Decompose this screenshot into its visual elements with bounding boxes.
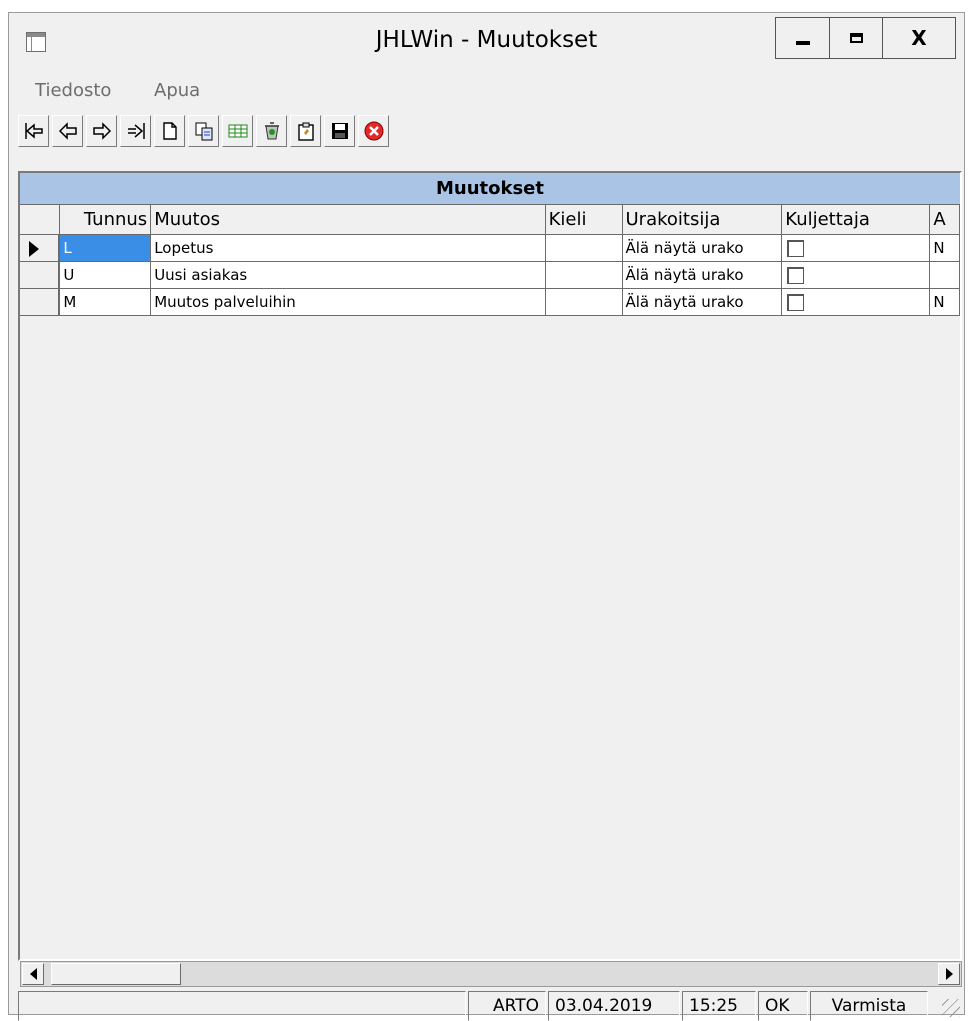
column-header-tunnus[interactable]: Tunnus — [59, 205, 152, 235]
cell-kuljettaja — [781, 234, 931, 262]
row-selector[interactable] — [20, 288, 61, 316]
floppy-disk-icon — [331, 123, 348, 139]
column-header-a[interactable]: A — [929, 205, 960, 235]
minimize-icon — [795, 41, 810, 45]
left-arrow-icon — [58, 122, 77, 140]
column-header-urakoitsija[interactable]: Urakoitsija — [622, 205, 783, 235]
cell-urakoitsija[interactable]: Älä näytä urako — [622, 288, 783, 316]
cell-muutos[interactable]: Uusi asiakas — [150, 261, 546, 289]
red-cancel-icon — [364, 121, 383, 141]
new-document-icon — [162, 122, 177, 140]
kuljettaja-checkbox[interactable] — [787, 294, 805, 311]
next-record-button[interactable] — [86, 115, 117, 147]
maximize-icon — [849, 33, 863, 43]
copy-icon — [195, 122, 212, 141]
menu-bar: Tiedosto Apua — [9, 75, 964, 107]
scroll-left-button[interactable] — [22, 963, 44, 985]
new-record-button[interactable] — [154, 115, 185, 147]
scroll-left-icon — [29, 968, 37, 980]
previous-record-button[interactable] — [52, 115, 83, 147]
cell-a[interactable]: N — [929, 234, 960, 262]
grid-caption: Muutokset — [20, 173, 960, 205]
app-window: JHLWin - Muutokset X Tiedosto Apua Muuto… — [8, 12, 965, 1021]
cell-urakoitsija[interactable]: Älä näytä urako — [622, 234, 783, 262]
cell-tunnus[interactable]: M — [59, 288, 152, 316]
row-selector[interactable] — [20, 234, 61, 262]
minimize-button[interactable] — [776, 18, 829, 58]
horizontal-scrollbar[interactable] — [20, 961, 962, 987]
right-arrow-icon — [92, 122, 111, 140]
column-header-kuljettaja[interactable]: Kuljettaja — [781, 205, 931, 235]
cell-kuljettaja — [781, 288, 931, 316]
first-record-button[interactable] — [18, 115, 49, 147]
cell-kuljettaja — [781, 261, 931, 289]
menu-tiedosto[interactable]: Tiedosto — [35, 80, 111, 101]
current-row-pointer-icon — [29, 240, 39, 257]
cell-muutos[interactable]: Muutos palveluihin — [150, 288, 546, 316]
cell-kieli[interactable] — [545, 234, 623, 262]
last-record-button[interactable] — [120, 115, 151, 147]
first-record-icon — [24, 123, 43, 139]
cell-kieli[interactable] — [545, 288, 623, 316]
column-header-muutos[interactable]: Muutos — [150, 205, 546, 235]
clipboard-icon — [297, 122, 314, 141]
scroll-right-icon — [945, 968, 953, 980]
cell-kieli[interactable] — [545, 261, 623, 289]
menu-apua[interactable]: Apua — [154, 80, 200, 101]
kuljettaja-checkbox[interactable] — [787, 240, 805, 257]
last-record-icon — [127, 123, 145, 139]
maximize-button[interactable] — [829, 18, 882, 58]
cell-tunnus[interactable]: L — [59, 234, 152, 262]
changes-table: Tunnus Muutos Kieli Urakoitsija Kuljetta… — [20, 205, 960, 316]
table-view-button[interactable] — [222, 115, 253, 147]
window-controls: X — [775, 17, 956, 59]
record-toolbar — [18, 115, 389, 151]
kuljettaja-checkbox[interactable] — [787, 267, 805, 284]
cell-a[interactable]: N — [929, 288, 960, 316]
table-row[interactable]: L Lopetus Älä näytä urako N — [20, 234, 960, 262]
cell-tunnus[interactable]: U — [59, 261, 152, 289]
cell-urakoitsija[interactable]: Älä näytä urako — [622, 261, 783, 289]
changes-grid: Muutokset Tunnus Muutos Kieli Urakoitsij… — [18, 171, 962, 961]
table-row[interactable]: M Muutos palveluihin Älä näytä urako N — [20, 288, 960, 316]
resize-grip-icon[interactable] — [942, 999, 960, 1017]
title-bar[interactable]: JHLWin - Muutokset X — [9, 13, 964, 71]
scroll-right-button[interactable] — [938, 963, 960, 985]
row-indicator-header — [20, 205, 60, 235]
delete-record-button[interactable] — [256, 115, 287, 147]
table-row[interactable]: U Uusi asiakas Älä näytä urako — [20, 261, 960, 289]
edit-record-button[interactable] — [290, 115, 321, 147]
cell-a[interactable] — [929, 261, 960, 289]
column-header-kieli[interactable]: Kieli — [545, 205, 623, 235]
copy-record-button[interactable] — [188, 115, 219, 147]
scrollbar-thumb[interactable] — [51, 963, 181, 985]
row-selector[interactable] — [20, 261, 61, 289]
table-icon — [228, 124, 247, 138]
close-window-button[interactable]: X — [882, 18, 955, 58]
recycle-bin-icon — [264, 122, 279, 140]
close-form-button[interactable] — [358, 115, 389, 147]
cell-muutos[interactable]: Lopetus — [150, 234, 546, 262]
table-header-row: Tunnus Muutos Kieli Urakoitsija Kuljetta… — [20, 205, 960, 235]
save-record-button[interactable] — [324, 115, 355, 147]
